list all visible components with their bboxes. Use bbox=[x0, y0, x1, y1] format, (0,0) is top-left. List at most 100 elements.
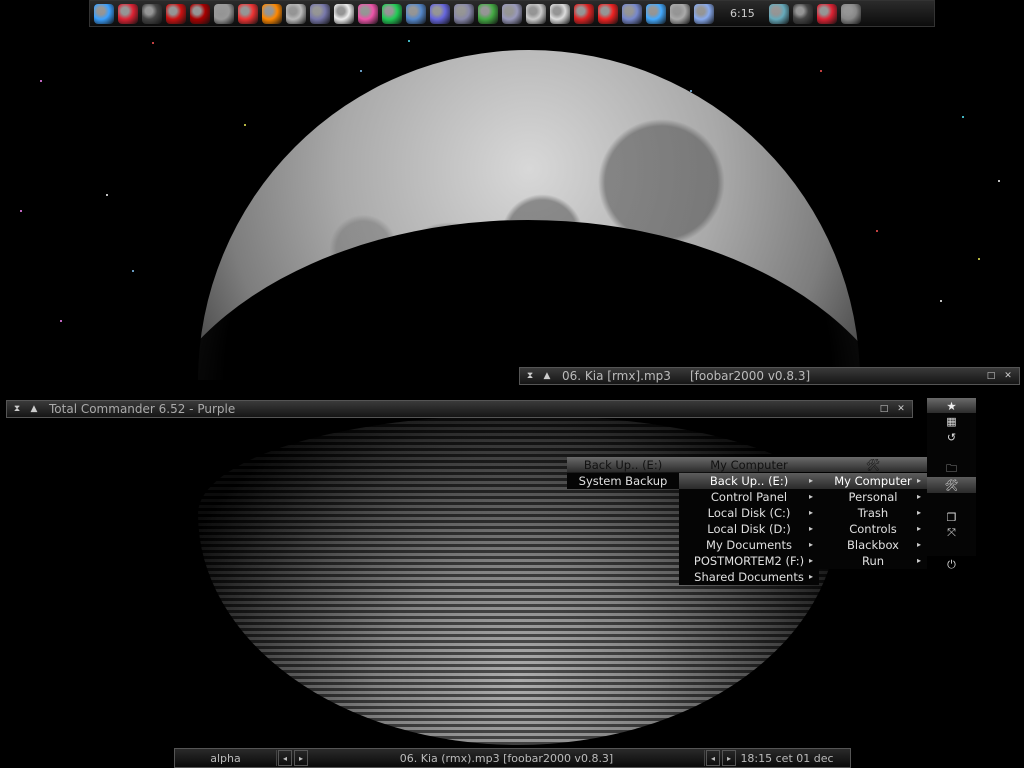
disc-icon[interactable] bbox=[286, 3, 306, 24]
hand-icon[interactable] bbox=[574, 3, 594, 24]
menu-item[interactable]: Personal ▸ bbox=[819, 489, 927, 505]
lifebuoy-icon[interactable] bbox=[166, 3, 186, 24]
flower-icon[interactable] bbox=[334, 3, 354, 24]
menu-my-computer: Back Up.. (E:) ▸ Control Panel ▸ Local Disk … bbox=[679, 473, 819, 585]
undo-icon[interactable]: ↺ bbox=[927, 429, 976, 445]
drive-icon[interactable] bbox=[768, 3, 789, 24]
star bbox=[132, 270, 134, 272]
apps-icon[interactable]: ▦ bbox=[927, 413, 976, 429]
prev-task-button[interactable]: ◂ bbox=[706, 750, 720, 766]
play-icon[interactable] bbox=[382, 3, 402, 24]
globe-icon[interactable] bbox=[622, 3, 642, 24]
star bbox=[40, 80, 42, 82]
bottom-taskbar: alpha ◂ ▸ 06. Kia (rmx).mp3 [foobar2000 … bbox=[174, 748, 851, 768]
top-toolbar: 6:15 bbox=[89, 0, 935, 27]
submenu-arrow-icon: ▸ bbox=[808, 476, 813, 485]
paint-icon[interactable] bbox=[430, 3, 450, 24]
slit-spacer bbox=[927, 541, 976, 557]
calendar-icon[interactable] bbox=[816, 3, 837, 24]
messenger-icon[interactable] bbox=[94, 3, 114, 24]
star bbox=[106, 194, 108, 196]
submenu-arrow-icon: ▸ bbox=[808, 572, 813, 581]
workspace-label[interactable]: alpha bbox=[175, 750, 277, 766]
internet-icon[interactable] bbox=[646, 3, 666, 24]
gear-icon[interactable] bbox=[478, 3, 498, 24]
star bbox=[152, 42, 154, 44]
menu-item[interactable]: Shared Documents ▸ bbox=[679, 569, 819, 585]
menu-item[interactable]: Local Disk (C:) ▸ bbox=[679, 505, 819, 521]
refresh-icon[interactable] bbox=[840, 3, 861, 24]
menu-root: My Computer ▸ Personal ▸ Trash ▸ Controls ▸ Blac… bbox=[819, 473, 927, 569]
power-icon: ⏻ bbox=[947, 558, 956, 571]
cog-icon[interactable] bbox=[526, 3, 546, 24]
maximize-icon[interactable]: □ bbox=[877, 402, 891, 416]
submenu-arrow-icon: ▸ bbox=[808, 556, 813, 565]
folder-icon[interactable]: 🗀 bbox=[927, 461, 976, 477]
submenu-arrow-icon: ▸ bbox=[916, 524, 921, 533]
menu-item-system-backup[interactable]: System Backup bbox=[567, 473, 679, 489]
wrench-icon[interactable] bbox=[694, 3, 714, 24]
cd-drive-icon[interactable] bbox=[214, 3, 234, 24]
ruby-icon[interactable] bbox=[238, 3, 258, 24]
total-commander-titlebar[interactable]: ⧗ ▲ Total Commander 6.52 - Purple □ ✕ bbox=[6, 400, 913, 418]
power-icon[interactable]: ⏻ bbox=[927, 557, 976, 573]
window-menu-icon[interactable]: ⧗ bbox=[523, 369, 537, 383]
k-icon[interactable] bbox=[598, 3, 618, 24]
submenu-arrow-icon: ▸ bbox=[808, 508, 813, 517]
star bbox=[876, 230, 878, 232]
target-icon[interactable] bbox=[550, 3, 570, 24]
next-workspace-button[interactable]: ▸ bbox=[294, 750, 308, 766]
prev-workspace-button[interactable]: ◂ bbox=[278, 750, 292, 766]
record-icon[interactable] bbox=[190, 3, 210, 24]
menu-item[interactable]: My Computer ▸ bbox=[819, 473, 927, 489]
blackbox-icon[interactable] bbox=[792, 3, 813, 24]
menu-item[interactable]: My Documents ▸ bbox=[679, 537, 819, 553]
submenu-arrow-icon: ▸ bbox=[916, 508, 921, 517]
fruity-loops-icon[interactable] bbox=[262, 3, 282, 24]
total-commander-title: Total Commander 6.52 - Purple bbox=[49, 402, 236, 416]
menu-item[interactable]: Trash ▸ bbox=[819, 505, 927, 521]
slit-header[interactable]: ★ bbox=[927, 398, 976, 413]
monitor-icon[interactable] bbox=[406, 3, 426, 24]
shade-icon[interactable]: ▲ bbox=[540, 369, 554, 383]
menu-backup-header[interactable]: Back Up.. (E:) bbox=[567, 457, 679, 472]
taskbar-task[interactable]: 06. Kia (rmx).mp3 [foobar2000 v0.8.3] bbox=[309, 750, 705, 766]
star bbox=[20, 210, 22, 212]
menu-item[interactable]: Control Panel ▸ bbox=[679, 489, 819, 505]
tools-icon[interactable] bbox=[454, 3, 474, 24]
menu-item[interactable]: Controls ▸ bbox=[819, 521, 927, 537]
menu-item[interactable]: Local Disk (D:) ▸ bbox=[679, 521, 819, 537]
window-menu-icon[interactable]: ⧗ bbox=[10, 402, 24, 416]
submenu-arrow-icon: ▸ bbox=[808, 540, 813, 549]
submenu-arrow-icon: ▸ bbox=[808, 492, 813, 501]
tools-icon: 🛠 bbox=[865, 457, 881, 472]
tools-icon: 🛠 bbox=[944, 478, 959, 492]
window-icon[interactable]: ❐ bbox=[927, 509, 976, 525]
menu-item[interactable]: Back Up.. (E:) ▸ bbox=[679, 473, 819, 489]
calendar-icon[interactable] bbox=[118, 3, 138, 24]
menu-item[interactable]: Run ▸ bbox=[819, 553, 927, 569]
foobar-window-titlebar[interactable]: ⧗ ▲ 06. Kia [rmx].mp3 [foobar2000 v0.8.3… bbox=[519, 367, 1020, 385]
menu-my-computer-header[interactable]: My Computer 🛠 bbox=[679, 457, 927, 472]
blackbox-icon[interactable] bbox=[142, 3, 162, 24]
settings-icon[interactable] bbox=[502, 3, 522, 24]
menu-item[interactable]: POSTMORTEM2 (F:) ▸ bbox=[679, 553, 819, 569]
moon-wallpaper bbox=[198, 50, 860, 380]
slit-spacer bbox=[927, 493, 976, 509]
tools-icon[interactable]: 🛠 bbox=[927, 477, 976, 493]
close-icon[interactable]: ✕ bbox=[1001, 369, 1015, 383]
notepad-icon[interactable] bbox=[310, 3, 330, 24]
star bbox=[978, 258, 980, 260]
next-task-button[interactable]: ▸ bbox=[722, 750, 736, 766]
maximize-icon[interactable]: □ bbox=[984, 369, 998, 383]
resize-icon[interactable]: ⤧ bbox=[927, 525, 976, 541]
apps-icon: ▦ bbox=[946, 414, 957, 428]
close-icon[interactable]: ✕ bbox=[894, 402, 908, 416]
palette-icon[interactable] bbox=[358, 3, 378, 24]
shade-icon[interactable]: ▲ bbox=[27, 402, 41, 416]
foobar-window-title: 06. Kia [rmx].mp3 [foobar2000 v0.8.3] bbox=[562, 369, 811, 383]
network-icon[interactable] bbox=[670, 3, 690, 24]
folder-icon: 🗀 bbox=[946, 461, 957, 475]
star bbox=[998, 180, 1000, 182]
menu-item[interactable]: Blackbox ▸ bbox=[819, 537, 927, 553]
